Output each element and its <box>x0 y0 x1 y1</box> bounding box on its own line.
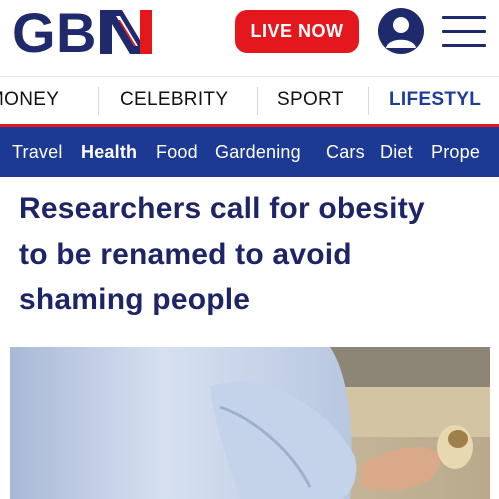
user-avatar-icon[interactable] <box>378 8 424 54</box>
svg-text:G: G <box>12 6 56 58</box>
hamburger-menu-icon[interactable] <box>442 13 486 49</box>
subnav-item-gardening[interactable]: Gardening <box>215 142 301 163</box>
svg-text:B: B <box>56 6 96 58</box>
subnav-item-diet[interactable]: Diet <box>380 142 413 163</box>
subnav-item-cars[interactable]: Cars <box>326 142 365 163</box>
nav-divider <box>98 87 99 115</box>
site-header: G B LIVE NOW <box>0 0 499 68</box>
subnav-item-travel[interactable]: Travel <box>12 142 63 163</box>
headline-line: to be renamed to avoid <box>19 237 352 271</box>
nav-item-celebrity[interactable]: CELEBRITY <box>120 89 228 111</box>
nav-divider <box>368 87 369 115</box>
headline-line: Researchers call for obesity <box>19 192 425 225</box>
subnav-item-health[interactable]: Health <box>81 142 137 163</box>
live-now-label: LIVE NOW <box>250 21 344 41</box>
nav-divider <box>257 87 258 115</box>
headline-line: shaming people <box>19 283 251 316</box>
nav-item-money[interactable]: MONEY <box>0 89 59 111</box>
secondary-nav: Travel Health Food Gardening Cars Diet P… <box>0 127 499 177</box>
subnav-item-property[interactable]: Prope <box>431 142 480 163</box>
nav-item-lifestyle[interactable]: LIFESTYL <box>389 89 481 111</box>
subnav-item-food[interactable]: Food <box>156 142 198 163</box>
live-now-button[interactable]: LIVE NOW <box>235 10 359 53</box>
article-hero-image[interactable] <box>10 347 490 499</box>
gbnews-logo[interactable]: G B <box>12 1 154 64</box>
nav-item-sport[interactable]: SPORT <box>277 89 344 111</box>
article-headline: Researchers call for obesity to be renam… <box>19 186 487 323</box>
primary-nav: MONEY CELEBRITY SPORT LIFESTYL <box>0 76 499 124</box>
